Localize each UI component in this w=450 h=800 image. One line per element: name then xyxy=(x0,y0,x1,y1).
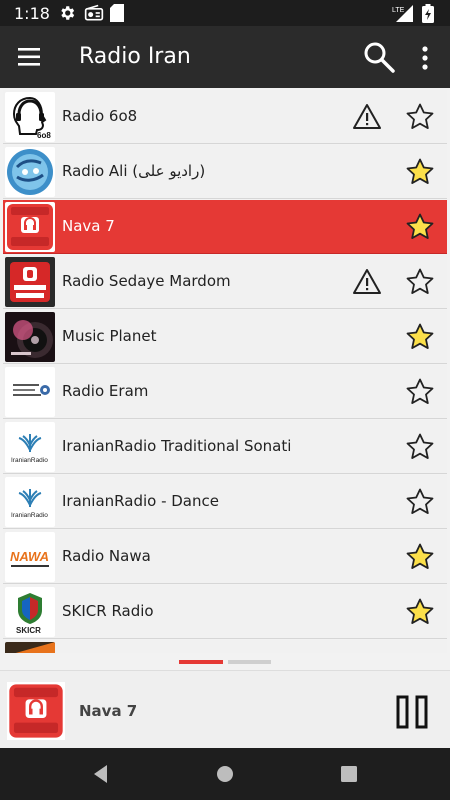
station-row-selected[interactable]: Nava 7 xyxy=(3,200,447,254)
iranianradio-logo: IranianRadio xyxy=(5,477,55,527)
sd-card-icon xyxy=(110,4,124,22)
radio-icon xyxy=(84,4,104,21)
page-indicator xyxy=(0,658,450,668)
favorite-star-icon[interactable] xyxy=(405,542,435,572)
station-logo xyxy=(5,642,55,653)
favorite-star-icon[interactable] xyxy=(405,157,435,187)
favorite-star-icon[interactable] xyxy=(405,377,435,407)
station-row[interactable]: Radio Sedaye Mardom xyxy=(3,255,447,309)
favorite-star-icon[interactable] xyxy=(405,102,435,132)
settings-gear-icon xyxy=(61,6,75,20)
svg-text:6o8: 6o8 xyxy=(37,131,51,140)
sedaye-mardom-logo xyxy=(5,257,55,307)
search-icon[interactable] xyxy=(362,40,396,74)
favorite-star-icon[interactable] xyxy=(405,597,435,627)
station-row[interactable]: SKICR SKICR Radio xyxy=(3,585,447,639)
station-name: Radio Eram xyxy=(62,382,149,400)
favorite-star-icon[interactable] xyxy=(405,432,435,462)
station-row[interactable]: 6o8 Radio 6o8 xyxy=(3,90,447,144)
home-icon[interactable] xyxy=(214,763,236,785)
favorite-star-icon[interactable] xyxy=(405,487,435,517)
station-row[interactable]: Radio Eram xyxy=(3,365,447,419)
iranianradio-logo: IranianRadio xyxy=(5,422,55,472)
favorite-star-icon[interactable] xyxy=(405,212,435,242)
warning-icon xyxy=(353,104,381,129)
svg-text:IranianRadio: IranianRadio xyxy=(11,457,48,464)
station-row-partial[interactable] xyxy=(3,640,447,653)
more-options-icon[interactable] xyxy=(414,44,436,72)
svg-text:NAWA: NAWA xyxy=(10,549,49,564)
station-name: Radio Ali (رادیو علی) xyxy=(62,162,206,180)
favorite-star-icon[interactable] xyxy=(405,267,435,297)
signal-icon: LTE xyxy=(392,5,413,22)
radio-608-logo: 6o8 xyxy=(5,92,55,142)
system-nav-bar xyxy=(0,748,450,800)
status-time: 1:18 xyxy=(14,4,50,23)
station-row[interactable]: Radio Ali (رادیو علی) xyxy=(3,145,447,199)
radio-eram-logo xyxy=(5,367,55,417)
station-row[interactable]: NAWA Radio Nawa xyxy=(3,530,447,584)
nava7-logo xyxy=(7,682,65,740)
station-name: Radio Sedaye Mardom xyxy=(62,272,231,290)
svg-text:SKICR: SKICR xyxy=(16,626,41,635)
station-name: IranianRadio - Dance xyxy=(62,492,219,510)
nava7-logo xyxy=(5,202,55,252)
hamburger-menu-icon[interactable] xyxy=(16,45,44,69)
status-bar: 1:18 LTE xyxy=(0,0,450,26)
page-indicator-inactive[interactable] xyxy=(228,660,271,664)
station-name: IranianRadio Traditional Sonati xyxy=(62,437,292,455)
station-row[interactable]: Music Planet xyxy=(3,310,447,364)
favorite-star-icon[interactable] xyxy=(405,322,435,352)
station-name: SKICR Radio xyxy=(62,602,154,620)
warning-icon xyxy=(353,269,381,294)
radio-nawa-logo: NAWA xyxy=(5,532,55,582)
page-indicator-active xyxy=(179,660,223,664)
radio-ali-logo xyxy=(5,147,55,197)
skicr-logo: SKICR xyxy=(5,587,55,637)
station-list[interactable]: 6o8 Radio 6o8 Radio Ali (رادیو علی) Nava… xyxy=(3,90,447,653)
battery-charging-icon xyxy=(422,4,434,23)
pause-icon[interactable] xyxy=(395,695,429,729)
now-playing-title: Nava 7 xyxy=(79,702,138,720)
music-planet-logo xyxy=(5,312,55,362)
svg-text:IranianRadio: IranianRadio xyxy=(11,512,48,519)
station-name: Radio 6o8 xyxy=(62,107,138,125)
station-name: Music Planet xyxy=(62,327,157,345)
app-bar: Radio Iran xyxy=(0,26,450,88)
station-name: Nava 7 xyxy=(62,217,115,235)
station-row[interactable]: IranianRadio IranianRadio Traditional So… xyxy=(3,420,447,474)
station-name: Radio Nawa xyxy=(62,547,151,565)
recents-icon[interactable] xyxy=(338,763,360,785)
station-row[interactable]: IranianRadio IranianRadio - Dance xyxy=(3,475,447,529)
now-playing-bar[interactable]: Nava 7 xyxy=(0,670,450,748)
app-title: Radio Iran xyxy=(79,44,191,69)
svg-text:LTE: LTE xyxy=(392,7,405,14)
back-icon[interactable] xyxy=(90,763,112,785)
